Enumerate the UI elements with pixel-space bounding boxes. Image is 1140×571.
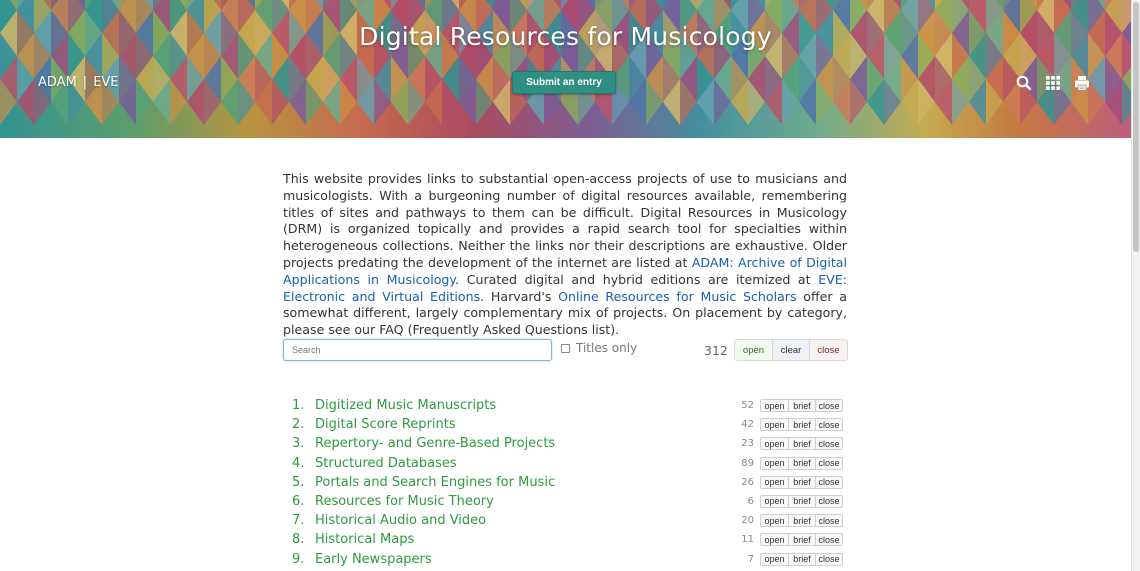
category-buttons: open brief close <box>760 475 843 489</box>
category-buttons: open brief close <box>760 514 843 528</box>
header-shade <box>0 0 1131 138</box>
category-open-button[interactable]: open <box>761 419 789 431</box>
category-brief-button[interactable]: brief <box>789 457 816 469</box>
category-open-button[interactable]: open <box>761 438 789 450</box>
link-harvard-resources[interactable]: Online Resources for Music Scholars <box>558 289 796 304</box>
category-title[interactable]: Resources for Music Theory <box>315 494 494 509</box>
category-number: 9. <box>292 551 305 567</box>
grid-icon[interactable] <box>1044 74 1062 92</box>
intro-paragraph: This website provides links to substanti… <box>283 171 847 339</box>
category-brief-button[interactable]: brief <box>789 515 816 527</box>
category-open-button[interactable]: open <box>761 553 789 565</box>
category-number: 1. <box>292 398 305 413</box>
category-number: 2. <box>292 417 305 433</box>
category-buttons: open brief close <box>760 552 843 566</box>
category-number: 4. <box>292 455 305 471</box>
category-close-button[interactable]: close <box>816 457 842 469</box>
category-close-button[interactable]: close <box>816 553 842 565</box>
category-title[interactable]: Structured Databases <box>315 456 457 471</box>
category-close-button[interactable]: close <box>816 438 842 450</box>
category-row: 2. Digital Score Reprints 42 open brief cl… <box>283 415 847 434</box>
category-number: 5. <box>292 474 305 490</box>
category-buttons: open brief close <box>760 418 843 432</box>
category-row: 3. Repertory- and Genre-Based Projects 2… <box>283 434 847 453</box>
search-icon[interactable] <box>1015 74 1033 92</box>
category-close-button[interactable]: close <box>816 476 842 488</box>
category-title[interactable]: Early Newspapers <box>315 552 432 567</box>
category-buttons: open brief close <box>760 437 843 451</box>
category-close-button[interactable]: close <box>816 495 842 507</box>
category-title[interactable]: Historical Maps <box>315 532 414 547</box>
category-open-button[interactable]: open <box>761 515 789 527</box>
category-open-button[interactable]: open <box>761 400 789 411</box>
intro-text-3: . Harvard's <box>480 288 559 304</box>
category-close-button[interactable]: close <box>816 419 842 431</box>
category-buttons: open brief close <box>760 399 843 412</box>
site-title: Digital Resources for Musicology <box>359 22 772 51</box>
category-count: 23 <box>741 438 754 450</box>
category-open-button[interactable]: open <box>761 457 789 469</box>
category-row: 8. Historical Maps 11 open brief close <box>283 530 847 549</box>
total-entry-count: 312 <box>704 343 728 358</box>
category-number: 8. <box>292 532 305 548</box>
category-count: 7 <box>747 553 754 565</box>
category-brief-button[interactable]: brief <box>789 553 816 565</box>
submit-entry-button[interactable]: Submit an entry <box>512 71 616 94</box>
category-row: 5. Portals and Search Engines for Music … <box>283 473 847 492</box>
category-row: 7. Historical Audio and Video 20 open bri… <box>283 511 847 530</box>
intro-text-2: . Curated digital and hybrid editions ar… <box>455 271 819 287</box>
category-brief-button[interactable]: brief <box>789 438 816 450</box>
category-count: 20 <box>741 515 754 527</box>
category-row: 9. Early Newspapers 7 open brief close <box>283 550 847 569</box>
close-all-button[interactable]: close <box>810 340 847 360</box>
page-scrollbar[interactable] <box>1131 0 1140 571</box>
category-number: 3. <box>292 436 305 452</box>
category-close-button[interactable]: close <box>816 534 842 546</box>
category-count: 26 <box>741 476 754 488</box>
category-count: 11 <box>741 534 754 546</box>
site-header: Digital Resources for Musicology ADAM | EV… <box>0 0 1131 138</box>
scrollbar-thumb[interactable] <box>1133 2 1139 252</box>
category-title[interactable]: Repertory- and Genre-Based Projects <box>315 436 555 451</box>
category-title[interactable]: Digitized Music Manuscripts <box>315 398 496 413</box>
category-brief-button[interactable]: brief <box>789 534 816 546</box>
category-buttons: open brief close <box>760 456 843 470</box>
titles-only-toggle[interactable]: Titles only <box>561 341 637 355</box>
category-buttons: open brief close <box>760 533 843 547</box>
clear-button[interactable]: clear <box>773 340 810 360</box>
category-count: 42 <box>741 419 754 431</box>
category-brief-button[interactable]: brief <box>789 495 816 507</box>
category-open-button[interactable]: open <box>761 495 789 507</box>
category-close-button[interactable]: close <box>816 400 842 411</box>
search-input[interactable] <box>283 339 552 361</box>
category-row: 6. Resources for Music Theory 6 open brie… <box>283 492 847 511</box>
category-brief-button[interactable]: brief <box>789 400 816 411</box>
category-buttons: open brief close <box>760 494 843 508</box>
titles-only-label: Titles only <box>576 341 638 355</box>
category-title[interactable]: Portals and Search Engines for Music <box>315 475 555 490</box>
nav-link-adam[interactable]: ADAM <box>38 75 77 90</box>
print-icon[interactable] <box>1073 74 1091 92</box>
category-row: 1. Digitized Music Manuscripts 52 open br… <box>283 396 847 415</box>
category-brief-button[interactable]: brief <box>789 476 816 488</box>
category-title[interactable]: Historical Audio and Video <box>315 513 486 528</box>
category-number: 6. <box>292 493 305 509</box>
global-toggle-buttons: open clear close <box>734 339 848 361</box>
category-list: 1. Digitized Music Manuscripts 52 open br… <box>283 396 847 569</box>
category-title[interactable]: Digital Score Reprints <box>315 417 456 432</box>
header-nav: ADAM | EVE <box>38 75 119 90</box>
category-open-button[interactable]: open <box>761 476 789 488</box>
category-number: 7. <box>292 513 305 529</box>
category-count: 52 <box>741 400 754 411</box>
category-open-button[interactable]: open <box>761 534 789 546</box>
nav-link-eve[interactable]: EVE <box>93 75 118 90</box>
category-close-button[interactable]: close <box>816 515 842 527</box>
category-row: 4. Structured Databases 89 open brief clos… <box>283 454 847 473</box>
titles-only-checkbox[interactable] <box>561 343 570 353</box>
category-count: 6 <box>747 495 754 507</box>
nav-separator: | <box>82 75 88 90</box>
category-brief-button[interactable]: brief <box>789 419 816 431</box>
open-all-button[interactable]: open <box>735 340 773 360</box>
category-count: 89 <box>741 457 754 469</box>
